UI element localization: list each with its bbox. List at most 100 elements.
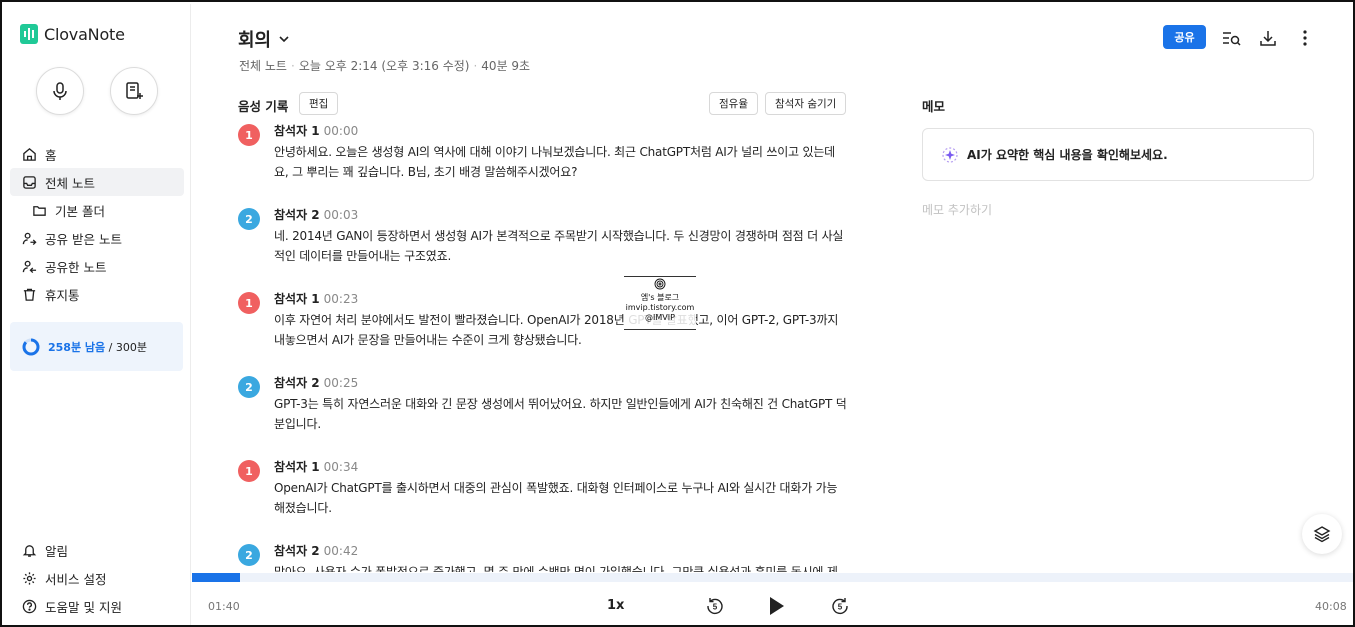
playback-progress-fill [192,573,241,582]
speaker-badge: 1 [238,124,260,146]
note-folder[interactable]: 전체 노트 [239,59,287,73]
sidebar-item-label: 서비스 설정 [45,571,107,587]
speaker-badge: 2 [238,544,260,566]
list-search-icon [1223,32,1241,46]
watermark-handle: @IMVIP [645,313,675,322]
note-title-row[interactable]: 회의 [238,26,291,52]
more-options-button[interactable] [1294,27,1316,49]
sidebar-bottom-nav: 알림 서비스 설정 도움말 및 지원 [10,536,184,620]
utterance-text[interactable]: GPT-3는 특히 자연스러운 대화와 긴 문장 생성에서 뛰어났어요. 하지만… [274,394,848,434]
utterance-text[interactable]: 네. 2014년 GAN이 등장하면서 생성형 AI가 본격적으로 주목받기 시… [274,226,848,266]
sidebar-item-label: 휴지통 [45,287,80,303]
user-arrow-out-icon [22,260,37,273]
search-transcript-button[interactable] [1220,27,1242,49]
inbox-icon [23,175,36,189]
play-icon [770,597,784,615]
watermark-url: imvip.tistory.com [625,303,695,312]
help-icon [22,599,37,613]
transcript-entry[interactable]: 2 참석자 2 00:03 네. 2014년 GAN이 등장하면서 생성형 AI가… [238,206,848,266]
speaker-name[interactable]: 참석자 1 [274,292,320,306]
usage-ring-icon [22,338,40,355]
home-icon [23,147,36,161]
memo-title: 메모 [922,99,946,114]
sidebar-item-home[interactable]: 홈 [10,140,184,168]
app-logo[interactable]: ClovaNote [20,24,125,44]
utterance-text[interactable]: 맞아요. 사용자 수가 폭발적으로 증가했고, 몇 주 만에 수백만 명이 가입… [274,562,848,572]
timestamp[interactable]: 00:00 [324,124,359,138]
fingerprint-icon [654,278,666,290]
timestamp[interactable]: 00:03 [324,208,359,222]
speaker-badge: 2 [238,376,260,398]
transcript-entry[interactable]: 1 참석자 1 00:00 안녕하세요. 오늘은 생성형 AI의 역사에 대해 이… [238,122,848,182]
transcript-list[interactable]: 1 참석자 1 00:00 안녕하세요. 오늘은 생성형 AI의 역사에 대해 이… [238,122,848,572]
add-memo-input[interactable]: 메모 추가하기 [922,201,992,218]
sidebar-item-label: 공유 받은 노트 [45,231,122,247]
gear-icon [23,571,36,585]
download-icon [1260,31,1276,46]
speaker-name[interactable]: 참석자 1 [274,460,320,474]
ai-summary-card[interactable]: AI가 요약한 핵심 내용을 확인해보세요. [922,128,1314,181]
utterance-text[interactable]: 이후 자연어 처리 분야에서도 발전이 빨라졌습니다. OpenAI가 2018… [274,310,848,350]
rewind-seconds: 5 [713,603,718,612]
usage-total: / 300분 [108,340,147,354]
ai-sparkle-icon [942,146,958,163]
sidebar-item-settings[interactable]: 서비스 설정 [10,564,184,592]
layers-icon [1313,526,1331,543]
note-duration: 40분 9초 [481,59,531,73]
sidebar-item-help[interactable]: 도움말 및 지원 [10,592,184,620]
sidebar-item-shared-by-me[interactable]: 공유한 노트 [10,252,184,280]
speaker-name[interactable]: 참석자 2 [274,376,320,390]
transcript-entry[interactable]: 1 참석자 1 00:23 이후 자연어 처리 분야에서도 발전이 빨라졌습니다.… [238,290,848,350]
utterance-text[interactable]: 안녕하세요. 오늘은 생성형 AI의 역사에 대해 이야기 나눠보겠습니다. 최… [274,142,848,182]
note-meta: 전체 노트 · 오늘 오후 2:14 (오후 3:16 수정) · 40분 9초 [239,59,531,73]
sidebar: ClovaNote 홈 전체 노트 기본 폴더 공유 받은 노트 공유한 노트 … [4,4,191,625]
play-button[interactable] [764,594,788,618]
forward-5-button[interactable]: 5 [828,594,852,618]
ai-summary-text: AI가 요약한 핵심 내용을 확인해보세요. [967,148,1168,162]
trash-icon [23,288,36,301]
record-button[interactable] [36,67,84,115]
rewind-5-button[interactable]: 5 [703,594,727,618]
timestamp[interactable]: 00:23 [324,292,359,306]
utterance-text[interactable]: OpenAI가 ChatGPT를 출시하면서 대중의 관심이 폭발했죠. 대화형… [274,478,848,518]
rewind-5-icon: 5 [707,598,723,615]
watermark-title: 엠's 블로그 [640,293,680,302]
sidebar-item-label: 공유한 노트 [45,259,107,275]
chevron-down-icon[interactable] [277,32,291,46]
sidebar-item-trash[interactable]: 휴지통 [10,280,184,308]
forward-seconds: 5 [838,603,843,612]
sidebar-item-notifications[interactable]: 알림 [10,536,184,564]
sidebar-item-label: 기본 폴더 [55,203,105,219]
playback-speed-button[interactable]: 1x [607,598,624,613]
user-arrow-in-icon [22,232,37,245]
speaker-name[interactable]: 참석자 1 [274,124,320,138]
speaker-name[interactable]: 참석자 2 [274,208,320,222]
share-button[interactable]: 공유 [1163,25,1206,49]
hide-speakers-button[interactable]: 참석자 숨기기 [765,92,847,115]
speaker-badge: 2 [238,208,260,230]
transcript-entry[interactable]: 2 참석자 2 00:25 GPT-3는 특히 자연스러운 대화와 긴 문장 생성… [238,374,848,434]
edit-button[interactable]: 편집 [299,92,339,115]
sidebar-item-label: 전체 노트 [45,175,95,191]
usage-indicator[interactable]: 258분 남음 / 300분 [10,322,183,371]
transcript-entry[interactable]: 1 참석자 1 00:34 OpenAI가 ChatGPT를 출시하면서 대중의 … [238,458,848,518]
usage-remaining: 258분 남음 [48,340,106,354]
app-name: ClovaNote [44,24,125,44]
playback-progress-bar[interactable] [192,573,1353,582]
speaker-name[interactable]: 참석자 2 [274,544,320,558]
timestamp[interactable]: 00:34 [324,460,359,474]
share-rate-button[interactable]: 점유율 [709,92,758,115]
app-window: ClovaNote 홈 전체 노트 기본 폴더 공유 받은 노트 공유한 노트 … [0,0,1355,627]
timestamp[interactable]: 00:42 [324,544,359,558]
speaker-badge: 1 [238,460,260,482]
sidebar-item-default-folder[interactable]: 기본 폴더 [10,196,184,224]
timestamp[interactable]: 00:25 [324,376,359,390]
new-note-button[interactable] [110,67,158,115]
sidebar-item-all-notes[interactable]: 전체 노트 [10,168,184,196]
layers-button[interactable] [1302,514,1342,554]
download-button[interactable] [1257,27,1279,49]
transcript-entry[interactable]: 2 참석자 2 00:42 맞아요. 사용자 수가 폭발적으로 증가했고, 몇 주… [238,542,848,572]
note-title: 회의 [238,30,272,51]
sidebar-item-label: 알림 [45,543,69,559]
sidebar-item-shared-with-me[interactable]: 공유 받은 노트 [10,224,184,252]
